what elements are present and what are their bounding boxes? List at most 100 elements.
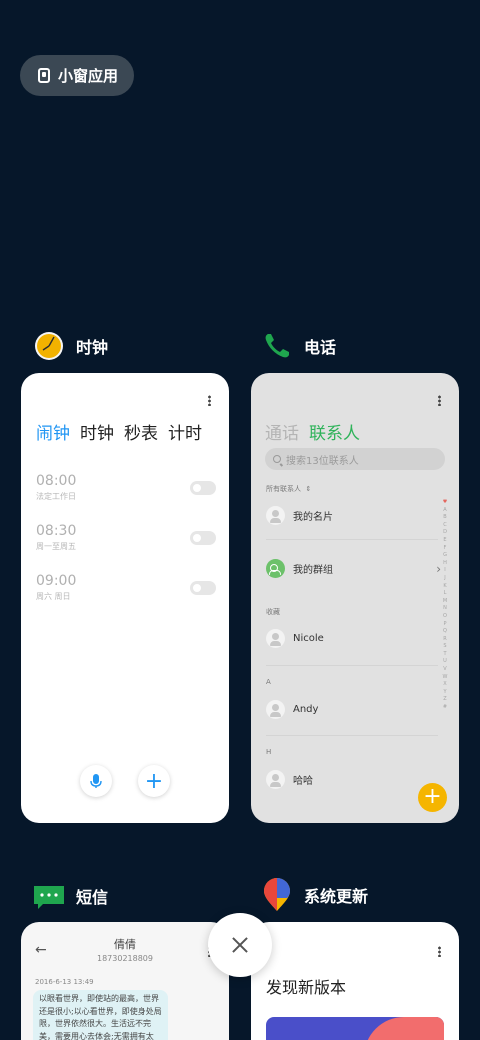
alphabet-index-letter[interactable]: K — [441, 583, 449, 591]
alphabet-index-letter[interactable]: C — [441, 522, 449, 530]
tab-timer[interactable]: 计时 — [168, 419, 202, 444]
alphabet-index-letter[interactable]: W — [441, 674, 449, 682]
app-header-phone[interactable]: 电话 — [262, 331, 336, 361]
alphabet-index-letter[interactable]: L — [441, 590, 449, 598]
app-name-phone: 电话 — [304, 338, 337, 357]
message-bubble: 以眼看世界，即使站的最高，世界还是很小;以心看世界，即使身处局限，世界依然很大。… — [33, 990, 168, 1040]
alarm-item[interactable]: 09:00 周六 周日 — [36, 573, 216, 602]
system-update-icon — [262, 878, 292, 912]
alphabet-index-letter[interactable]: R — [441, 636, 449, 644]
add-contact-button[interactable]: + — [418, 783, 447, 812]
phone-app-icon — [262, 331, 292, 361]
recent-card-clock[interactable]: 闹钟 时钟 秒表 计时 08:00 法定工作日 08:30 周一至周五 09:0… — [21, 373, 229, 823]
alphabet-index-letter[interactable]: S — [441, 643, 449, 651]
alarm-repeat: 周六 周日 — [36, 592, 71, 601]
recent-card-sms[interactable]: ← 倩倩 18730218809 2016-6-13 13:49 以眼看世界，即… — [21, 922, 229, 1040]
group-icon — [266, 559, 285, 578]
alarm-item[interactable]: 08:00 法定工作日 — [36, 473, 216, 502]
my-card-label: 我的名片 — [293, 512, 333, 523]
tab-clock[interactable]: 时钟 — [80, 419, 114, 444]
voice-alarm-button[interactable] — [80, 765, 112, 797]
app-header-sms[interactable]: 短信 — [34, 881, 108, 911]
my-groups-row[interactable]: 我的群组 › — [266, 559, 441, 578]
contact-row[interactable]: Nicole — [266, 629, 441, 648]
contacts-filter-label: 所有联系人 — [266, 485, 301, 493]
search-icon — [273, 455, 281, 463]
avatar — [266, 629, 285, 648]
app-name-sms: 短信 — [76, 888, 109, 907]
alphabet-index-letter[interactable]: X — [441, 681, 449, 689]
more-menu-icon[interactable] — [438, 395, 441, 406]
alphabet-index[interactable]: ♥ A B C D E F G H I J K L M N O P Q R S T U V W X Y Z # — [441, 499, 449, 712]
clock-app-icon — [34, 331, 64, 361]
alphabet-index-letter[interactable]: H — [441, 560, 449, 568]
sort-icon: ⇕ — [303, 485, 312, 493]
app-name-clock: 时钟 — [76, 338, 109, 357]
floating-window-label: 小窗应用 — [58, 67, 119, 85]
more-menu-icon[interactable] — [438, 946, 441, 957]
alphabet-index-letter[interactable]: D — [441, 529, 449, 537]
alphabet-index-letter[interactable]: ♥ — [441, 499, 449, 507]
my-card-row[interactable]: 我的名片 — [266, 506, 441, 525]
plus-icon: + — [423, 784, 442, 809]
alphabet-index-letter[interactable]: Z — [441, 696, 449, 704]
clear-all-button[interactable] — [208, 913, 272, 977]
add-alarm-button[interactable]: + — [138, 765, 170, 797]
alarm-repeat: 法定工作日 — [36, 492, 76, 501]
alphabet-index-letter[interactable]: G — [441, 552, 449, 560]
alphabet-index-letter[interactable]: A — [441, 507, 449, 515]
contact-name: 哈哈 — [293, 776, 313, 787]
alarm-toggle[interactable] — [190, 581, 216, 595]
alarm-toggle[interactable] — [190, 531, 216, 545]
contacts-filter[interactable]: 所有联系人 ⇕ — [266, 484, 311, 494]
tab-calls[interactable]: 通话 — [265, 419, 299, 444]
tab-alarm[interactable]: 闹钟 — [36, 419, 70, 444]
alarm-item[interactable]: 08:30 周一至周五 — [36, 523, 216, 552]
alarm-repeat: 周一至周五 — [36, 542, 76, 551]
alphabet-index-letter[interactable]: # — [441, 704, 449, 712]
favorites-header: 收藏 — [266, 608, 280, 616]
alphabet-index-letter[interactable]: F — [441, 545, 449, 553]
app-header-clock[interactable]: 时钟 — [34, 331, 108, 361]
message-timestamp: 2016-6-13 13:49 — [35, 978, 94, 986]
alphabet-index-letter[interactable]: Q — [441, 628, 449, 636]
app-name-update: 系统更新 — [304, 887, 369, 906]
divider — [266, 735, 438, 736]
contact-name: 倩倩 — [114, 938, 136, 951]
alphabet-index-letter[interactable]: T — [441, 651, 449, 659]
alphabet-index-letter[interactable]: O — [441, 613, 449, 621]
contact-row[interactable]: Andy — [266, 700, 441, 719]
app-header-update[interactable]: 系统更新 — [262, 878, 368, 912]
update-banner — [266, 1017, 444, 1040]
update-title: 发现新版本 — [266, 978, 347, 997]
alarm-time: 09:00 — [36, 573, 77, 589]
tab-stopwatch[interactable]: 秒表 — [124, 419, 158, 444]
alphabet-index-letter[interactable]: Y — [441, 689, 449, 697]
alphabet-index-letter[interactable]: B — [441, 514, 449, 522]
more-menu-icon[interactable] — [208, 395, 211, 406]
alphabet-index-letter[interactable]: U — [441, 658, 449, 666]
alphabet-index-letter[interactable]: N — [441, 605, 449, 613]
avatar — [266, 700, 285, 719]
recent-card-update[interactable]: 发现新版本 — [251, 922, 459, 1040]
alphabet-index-letter[interactable]: M — [441, 598, 449, 606]
contacts-search-input[interactable]: 搜索13位联系人 — [265, 448, 445, 470]
alarm-toggle[interactable] — [190, 481, 216, 495]
tab-contacts[interactable]: 联系人 — [309, 419, 360, 444]
avatar — [266, 506, 285, 525]
floating-window-button[interactable]: 小窗应用 — [20, 55, 135, 96]
plus-icon: + — [144, 768, 164, 794]
sms-app-icon — [34, 881, 64, 911]
alphabet-index-letter[interactable]: P — [441, 621, 449, 629]
contact-name: Nicole — [293, 633, 324, 644]
floating-window-icon — [38, 68, 50, 83]
alarm-time: 08:30 — [36, 523, 77, 539]
alphabet-index-letter[interactable]: E — [441, 537, 449, 545]
alphabet-index-letter[interactable]: V — [441, 666, 449, 674]
alphabet-index-letter[interactable]: I — [441, 567, 449, 575]
phone-tabs: 通话 联系人 — [265, 419, 360, 444]
my-groups-label: 我的群组 — [293, 565, 333, 576]
recent-card-phone[interactable]: 通话 联系人 搜索13位联系人 所有联系人 ⇕ 我的名片 我的群组 › 收藏 N… — [251, 373, 459, 823]
alphabet-index-letter[interactable]: J — [441, 575, 449, 583]
contact-row[interactable]: 哈哈 — [266, 770, 441, 789]
